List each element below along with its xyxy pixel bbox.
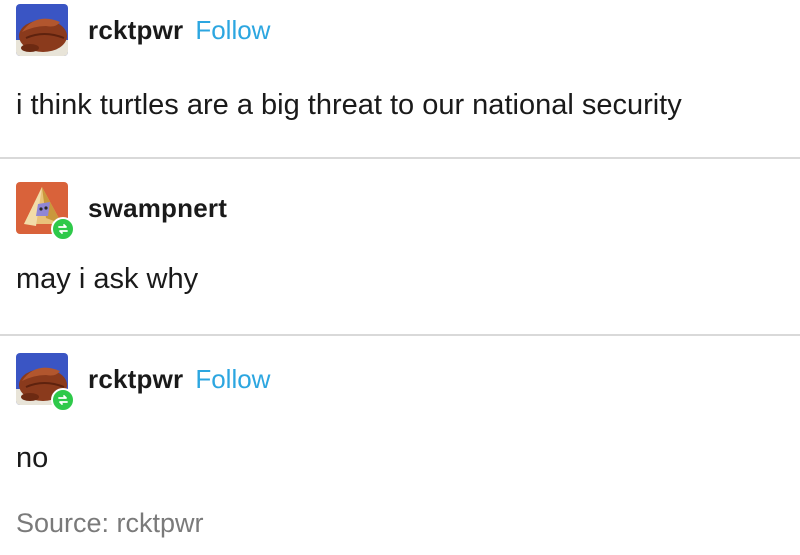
pyramid-avatar-icon[interactable]	[16, 182, 75, 241]
reblog-icon	[51, 388, 75, 412]
post-text: may i ask why	[16, 263, 199, 295]
follow-button[interactable]: Follow	[195, 364, 270, 395]
post-2: swampnert may i ask why	[0, 160, 800, 336]
post-header: rcktpwr Follow	[16, 4, 270, 56]
post-text: no	[16, 442, 49, 474]
post-header: swampnert	[16, 182, 227, 241]
follow-button[interactable]: Follow	[195, 15, 270, 46]
username[interactable]: rcktpwr	[88, 364, 183, 395]
reblog-icon	[51, 217, 75, 241]
username[interactable]: swampnert	[88, 193, 227, 224]
post-text: i think turtles are a big threat to our …	[16, 89, 682, 121]
divider	[0, 334, 800, 336]
turtle-avatar-icon	[16, 4, 68, 56]
turtle-avatar-icon[interactable]	[16, 353, 75, 412]
username[interactable]: rcktpwr	[88, 15, 183, 46]
post-3: rcktpwr Follow no Source: rcktpwr	[0, 337, 800, 555]
turtle-avatar-icon[interactable]	[16, 4, 68, 56]
source-link[interactable]: Source: rcktpwr	[16, 508, 204, 539]
divider	[0, 157, 800, 159]
post-header: rcktpwr Follow	[16, 353, 270, 412]
post-1: rcktpwr Follow i think turtles are a big…	[0, 0, 800, 160]
